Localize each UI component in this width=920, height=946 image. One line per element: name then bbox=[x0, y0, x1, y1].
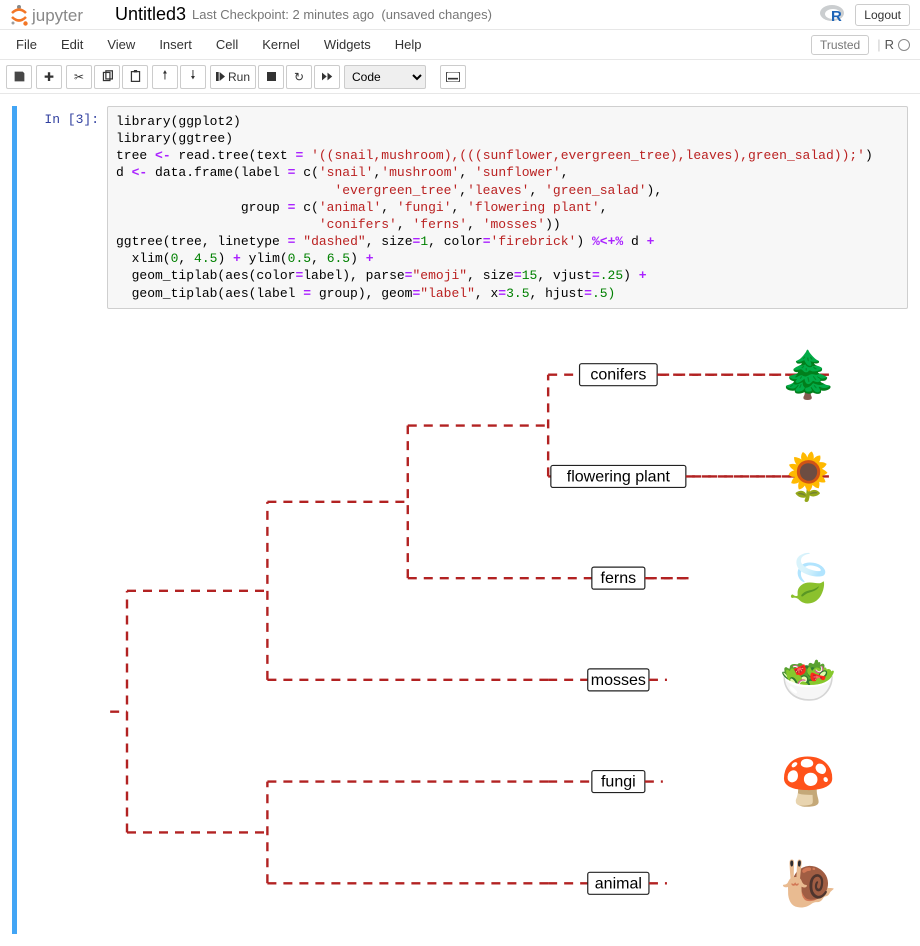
logout-button[interactable]: Logout bbox=[855, 4, 910, 26]
menu-insert[interactable]: Insert bbox=[147, 31, 204, 58]
phylo-tree-plot: animal🐌fungi🍄mosses🥗ferns🍃flowering plan… bbox=[107, 324, 887, 934]
tip-emoji-leaves: 🍃 bbox=[780, 550, 837, 605]
toolbar: ✚ ✂ 🠕 🠗 Run ↻ Code bbox=[0, 60, 920, 94]
kernel-indicator: | R bbox=[877, 37, 916, 52]
copy-button[interactable] bbox=[94, 65, 120, 89]
input-prompt: In [3]: bbox=[17, 106, 107, 934]
save-button[interactable] bbox=[6, 65, 32, 89]
paste-button[interactable] bbox=[122, 65, 148, 89]
tip-emoji-sunflower: 🌻 bbox=[780, 450, 837, 503]
svg-text:conifers: conifers bbox=[590, 366, 646, 383]
svg-text:flowering plant: flowering plant bbox=[567, 468, 671, 485]
move-up-button[interactable]: 🠕 bbox=[152, 65, 178, 89]
svg-text:fungi: fungi bbox=[601, 773, 636, 790]
notebook-container: In [3]: library(ggplot2) library(ggtree)… bbox=[0, 94, 920, 946]
menu-file[interactable]: File bbox=[4, 31, 49, 58]
menu-help[interactable]: Help bbox=[383, 31, 434, 58]
cut-button[interactable]: ✂ bbox=[66, 65, 92, 89]
cell-output: animal🐌fungi🍄mosses🥗ferns🍃flowering plan… bbox=[107, 309, 908, 934]
cell-type-select[interactable]: Code bbox=[344, 65, 426, 89]
svg-text:ferns: ferns bbox=[601, 570, 637, 587]
svg-text:R: R bbox=[831, 8, 842, 24]
move-down-button[interactable]: 🠗 bbox=[180, 65, 206, 89]
code-cell[interactable]: In [3]: library(ggplot2) library(ggtree)… bbox=[12, 106, 908, 934]
menu-kernel[interactable]: Kernel bbox=[250, 31, 312, 58]
interrupt-button[interactable] bbox=[258, 65, 284, 89]
menubar: FileEditViewInsertCellKernelWidgetsHelp … bbox=[0, 30, 920, 60]
menu-view[interactable]: View bbox=[95, 31, 147, 58]
checkpoint-status: Last Checkpoint: 2 minutes ago (unsaved … bbox=[192, 7, 492, 22]
insert-cell-button[interactable]: ✚ bbox=[36, 65, 62, 89]
menu-widgets[interactable]: Widgets bbox=[312, 31, 383, 58]
code-input[interactable]: library(ggplot2) library(ggtree) tree <-… bbox=[107, 106, 908, 309]
tip-emoji-evergreen_tree: 🌲 bbox=[780, 348, 837, 401]
notebook-name[interactable]: Untitled3 bbox=[115, 4, 186, 25]
tip-emoji-green_salad: 🥗 bbox=[780, 654, 837, 706]
jupyter-logo[interactable]: jupyter bbox=[10, 3, 105, 27]
menu-edit[interactable]: Edit bbox=[49, 31, 95, 58]
menu-cell[interactable]: Cell bbox=[204, 31, 250, 58]
command-palette-button[interactable] bbox=[440, 65, 466, 89]
trusted-indicator[interactable]: Trusted bbox=[811, 35, 869, 55]
run-button[interactable]: Run bbox=[210, 65, 256, 89]
restart-run-all-button[interactable] bbox=[314, 65, 340, 89]
kernel-logo-r: R bbox=[819, 2, 847, 27]
notebook-header: jupyter Untitled3 Last Checkpoint: 2 min… bbox=[0, 0, 920, 30]
svg-text:jupyter: jupyter bbox=[31, 6, 83, 25]
restart-button[interactable]: ↻ bbox=[286, 65, 312, 89]
svg-text:mosses: mosses bbox=[591, 672, 646, 689]
kernel-idle-icon bbox=[898, 39, 910, 51]
tip-emoji-mushroom: 🍄 bbox=[780, 755, 837, 808]
